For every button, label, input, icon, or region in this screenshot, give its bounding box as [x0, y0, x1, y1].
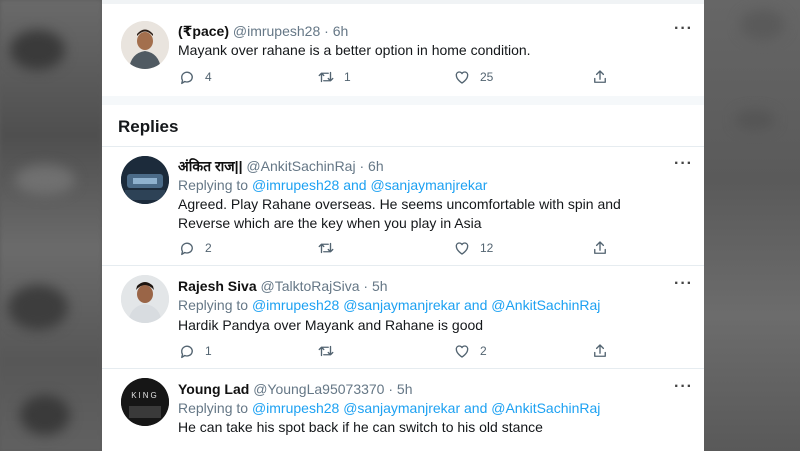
- like-count: 2: [480, 344, 487, 358]
- tweet-text-line: Reverse which are the key when you play …: [178, 215, 482, 231]
- retweet-button[interactable]: [317, 238, 344, 258]
- retweet-icon: [318, 71, 334, 83]
- tweet-time[interactable]: 5h: [397, 381, 413, 397]
- share-icon: [594, 344, 606, 357]
- tweet-text: He can take his spot back if he can swit…: [178, 419, 543, 435]
- blurred-background-right: [704, 0, 800, 451]
- reply-tweet[interactable]: Rajesh Siva @TalktoRajSiva · 5h ··· Repl…: [102, 266, 704, 367]
- section-divider: [102, 96, 704, 105]
- blurred-background-left: [0, 0, 102, 451]
- share-button[interactable]: [591, 238, 609, 258]
- avatar[interactable]: KING: [121, 378, 169, 426]
- like-icon: [455, 71, 469, 84]
- blurred-shape: [735, 110, 775, 130]
- time-separator: ·: [359, 158, 365, 174]
- more-icon[interactable]: ···: [674, 20, 693, 38]
- reply-count: 1: [205, 344, 212, 358]
- tweet-text: Mayank over rahane is a better option in…: [178, 42, 531, 58]
- parent-tweet[interactable]: (₹pace) @imrupesh28 · 6h ··· Mayank over…: [102, 0, 704, 96]
- time-separator: ·: [324, 23, 329, 39]
- like-button[interactable]: 12: [453, 238, 493, 258]
- blurred-shape: [740, 10, 785, 40]
- reply-tweet[interactable]: अंकित राज|| @AnkitSachinRaj · 6h ··· Rep…: [102, 147, 704, 265]
- like-button[interactable]: 25: [453, 67, 493, 87]
- replying-to-label: Replying to: [178, 177, 249, 193]
- reply-mentions[interactable]: @imrupesh28 and @sanjaymanjrekar: [252, 177, 487, 193]
- author-handle[interactable]: @TalktoRajSiva: [261, 278, 360, 294]
- reply-icon: [181, 71, 193, 85]
- reply-tweet[interactable]: KING Young Lad @YoungLa95073370 · 5h ···…: [102, 369, 704, 451]
- author-handle[interactable]: @YoungLa95073370: [253, 381, 384, 397]
- blurred-shape: [20, 395, 70, 435]
- tweet-time[interactable]: 6h: [333, 23, 349, 39]
- share-icon: [594, 241, 606, 254]
- avatar[interactable]: [121, 21, 169, 69]
- like-button[interactable]: 2: [453, 341, 487, 361]
- reply-icon: [181, 345, 193, 359]
- avatar[interactable]: [121, 156, 169, 204]
- author-handle[interactable]: @imrupesh28: [233, 23, 320, 39]
- like-count: 25: [480, 70, 494, 84]
- blurred-shape: [15, 165, 75, 195]
- reply-mentions[interactable]: @imrupesh28 @sanjaymanjrekar and @AnkitS…: [252, 297, 600, 313]
- more-icon[interactable]: ···: [674, 155, 693, 173]
- tweet-time[interactable]: 5h: [372, 278, 388, 294]
- author-name[interactable]: Young Lad: [178, 381, 249, 397]
- retweet-icon: [318, 242, 334, 254]
- reply-icon: [181, 242, 193, 256]
- tweet-text: Hardik Pandya over Mayank and Rahane is …: [178, 317, 484, 333]
- retweet-button[interactable]: [317, 341, 344, 361]
- reply-count: 2: [205, 241, 212, 255]
- reply-count: 4: [205, 70, 212, 84]
- share-button[interactable]: [591, 341, 609, 361]
- tweet-text: Agreed. Play Rahane overseas. He seems u…: [178, 195, 668, 233]
- tweet-thread-panel: (₹pace) @imrupesh28 · 6h ··· Mayank over…: [102, 0, 704, 451]
- retweet-button[interactable]: 1: [317, 67, 351, 87]
- author-name[interactable]: (₹pace): [178, 23, 229, 39]
- blurred-shape: [8, 285, 68, 330]
- blurred-shape: [10, 30, 65, 70]
- replying-to-label: Replying to: [178, 297, 249, 313]
- reply-button[interactable]: 1: [178, 341, 212, 361]
- avatar[interactable]: [121, 275, 169, 323]
- like-icon: [455, 345, 469, 358]
- time-separator: ·: [363, 278, 369, 294]
- tweet-time[interactable]: 6h: [368, 158, 384, 174]
- author-handle[interactable]: @AnkitSachinRaj: [246, 158, 355, 174]
- reply-button[interactable]: 2: [178, 238, 212, 258]
- avatar-logo-text: KING: [131, 391, 159, 400]
- author-name[interactable]: Rajesh Siva: [178, 278, 257, 294]
- share-icon: [594, 70, 606, 83]
- share-button[interactable]: [591, 67, 609, 87]
- like-icon: [455, 242, 469, 255]
- reply-button[interactable]: 4: [178, 67, 212, 87]
- like-count: 12: [480, 241, 494, 255]
- tweet-text-line: Agreed. Play Rahane overseas. He seems u…: [178, 196, 621, 212]
- more-icon[interactable]: ···: [674, 378, 693, 396]
- replies-heading: Replies: [118, 117, 179, 136]
- author-name[interactable]: अंकित राज||: [178, 158, 243, 174]
- retweet-icon: [318, 345, 334, 357]
- retweet-count: 1: [344, 70, 351, 84]
- replying-to-label: Replying to: [178, 400, 249, 416]
- time-separator: ·: [388, 381, 394, 397]
- thread-top-edge: [102, 0, 704, 4]
- reply-mentions[interactable]: @imrupesh28 @sanjaymanjrekar and @AnkitS…: [252, 400, 600, 416]
- more-icon[interactable]: ···: [674, 275, 693, 293]
